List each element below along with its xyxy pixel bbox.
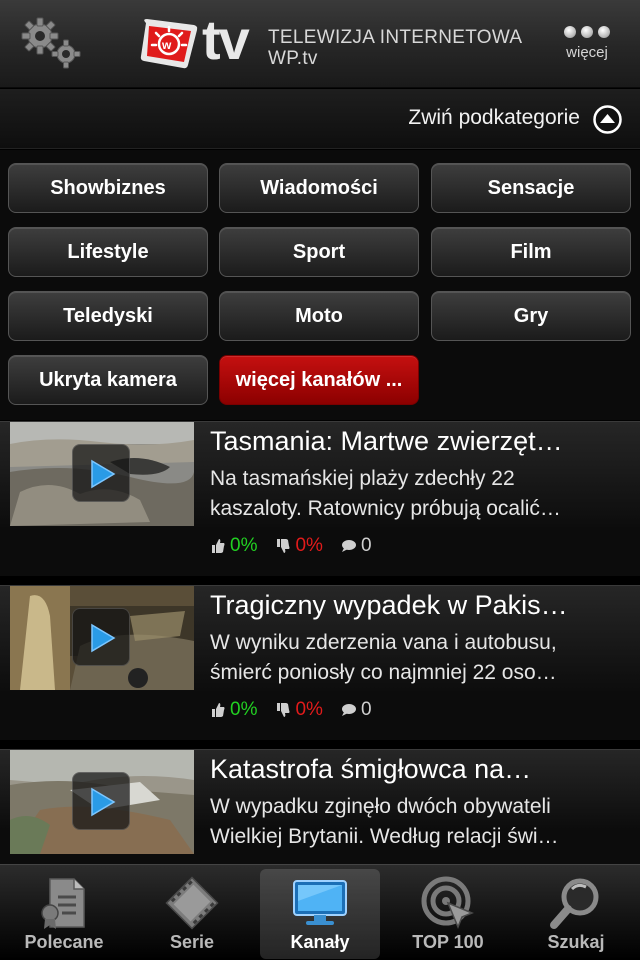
likes-value: 0% — [230, 535, 258, 556]
comments-stat: 0 — [341, 535, 372, 557]
video-stats: 0% 0% 0 — [210, 535, 390, 557]
wp-logo-icon: w — [138, 17, 200, 71]
thumb-down-icon — [277, 539, 290, 553]
video-description-line: Na tasmańskiej plaży zdechły 22 — [210, 467, 515, 490]
video-list-item[interactable]: Katastrofa śmigłowca na… W wypadku zginę… — [0, 749, 640, 864]
video-description: W wypadku zginęło dwóch obywateli Wielki… — [210, 792, 622, 852]
video-thumbnail[interactable] — [10, 422, 194, 526]
video-thumbnail[interactable] — [10, 750, 194, 854]
video-description-line: Wielkiej Brytanii. Według relacji świ… — [210, 825, 559, 848]
video-list-item[interactable]: Tragiczny wypadek w Pakis… W wyniku zder… — [0, 585, 640, 740]
more-button[interactable]: więcej — [562, 26, 612, 61]
category-sport-button[interactable]: Sport — [219, 227, 419, 277]
dislikes-stat: 0% — [275, 535, 323, 557]
logo-tagline-line1: TELEWIZJA INTERNETOWA — [268, 27, 523, 48]
category-moto-button[interactable]: Moto — [219, 291, 419, 341]
dislikes-value: 0% — [295, 699, 323, 720]
comments-value: 0 — [360, 535, 372, 556]
tab-kanaly[interactable]: Kanały — [260, 869, 380, 959]
document-icon — [41, 878, 85, 929]
tab-label: Serie — [169, 932, 215, 952]
category-sensacje-button[interactable]: Sensacje — [431, 163, 631, 213]
logo-tagline-line2: WP.tv — [268, 48, 318, 69]
collapse-up-arrow-icon[interactable] — [593, 105, 622, 134]
tab-top100[interactable]: TOP 100 — [388, 869, 508, 959]
app-header: w tv TELEWIZJA INTERNETOWA WP.tv więcej — [0, 0, 640, 88]
likes-stat: 0% — [210, 535, 257, 557]
thumb-up-icon — [212, 703, 225, 717]
tab-label: Kanały — [290, 932, 350, 952]
video-thumbnail[interactable] — [10, 586, 194, 690]
tab-label: Polecane — [24, 932, 104, 952]
film-icon — [165, 876, 219, 930]
collapse-subcategories-bar[interactable]: Zwiń podkategorie — [0, 89, 640, 149]
svg-text:w: w — [161, 38, 172, 52]
video-description-line: W wyniku zderzenia vana i autobusu, — [210, 631, 557, 654]
category-showbiznes-button[interactable]: Showbiznes — [8, 163, 208, 213]
category-ukryta-kamera-button[interactable]: Ukryta kamera — [8, 355, 208, 405]
category-gry-button[interactable]: Gry — [431, 291, 631, 341]
video-description-line: kaszaloty. Ratownicy próbują ocalić… — [210, 497, 561, 520]
comment-bubble-icon — [341, 540, 356, 552]
tab-label: Szukaj — [547, 932, 605, 952]
comments-stat: 0 — [341, 699, 372, 721]
tab-label: TOP 100 — [412, 932, 484, 952]
more-channels-button[interactable]: więcej kanałów ... — [219, 355, 419, 405]
video-description-line: W wypadku zginęło dwóch obywateli — [210, 795, 551, 818]
logo-tagline: TELEWIZJA INTERNETOWA WP.tv — [268, 27, 522, 69]
settings-gear-icon[interactable] — [20, 16, 84, 72]
play-icon[interactable] — [72, 772, 130, 830]
more-dots-icon — [562, 26, 612, 38]
comments-value: 0 — [360, 699, 372, 720]
target-icon — [421, 876, 474, 929]
category-teledyski-button[interactable]: Teledyski — [8, 291, 208, 341]
video-description-line: śmierć poniosły co najmniej 22 oso… — [210, 661, 557, 684]
video-description: W wyniku zderzenia vana i autobusu, śmie… — [210, 628, 622, 688]
tab-serie[interactable]: Serie — [132, 869, 252, 959]
video-list-item[interactable]: Tasmania: Martwe zwierzęt… Na tasmańskie… — [0, 421, 640, 576]
play-icon[interactable] — [72, 444, 130, 502]
monitor-icon — [293, 880, 347, 925]
likes-value: 0% — [230, 699, 258, 720]
comment-bubble-icon — [341, 704, 356, 716]
bottom-tab-bar: Polecane Serie Kanały TOP 100 Szukaj — [0, 864, 640, 960]
tab-polecane[interactable]: Polecane — [4, 869, 124, 959]
video-stats: 0% 0% 0 — [210, 699, 390, 721]
video-title[interactable]: Tragiczny wypadek w Pakis… — [210, 590, 622, 621]
thumb-up-icon — [212, 539, 225, 553]
category-wiadomosci-button[interactable]: Wiadomości — [219, 163, 419, 213]
tab-szukaj[interactable]: Szukaj — [516, 869, 636, 959]
likes-stat: 0% — [210, 699, 257, 721]
dislikes-stat: 0% — [275, 699, 323, 721]
play-icon[interactable] — [72, 608, 130, 666]
collapse-subcategories-label: Zwiń podkategorie — [408, 106, 580, 129]
more-label: więcej — [566, 44, 608, 61]
video-title[interactable]: Katastrofa śmigłowca na… — [210, 754, 622, 785]
thumb-down-icon — [277, 703, 290, 717]
magnifier-icon — [550, 878, 599, 929]
category-lifestyle-button[interactable]: Lifestyle — [8, 227, 208, 277]
category-grid: Showbiznes Wiadomości Sensacje Lifestyle… — [0, 150, 640, 420]
dislikes-value: 0% — [295, 535, 323, 556]
logo-tv-text: tv — [202, 8, 250, 71]
category-film-button[interactable]: Film — [431, 227, 631, 277]
video-description: Na tasmańskiej plaży zdechły 22 kaszalot… — [210, 464, 622, 524]
video-title[interactable]: Tasmania: Martwe zwierzęt… — [210, 426, 622, 457]
